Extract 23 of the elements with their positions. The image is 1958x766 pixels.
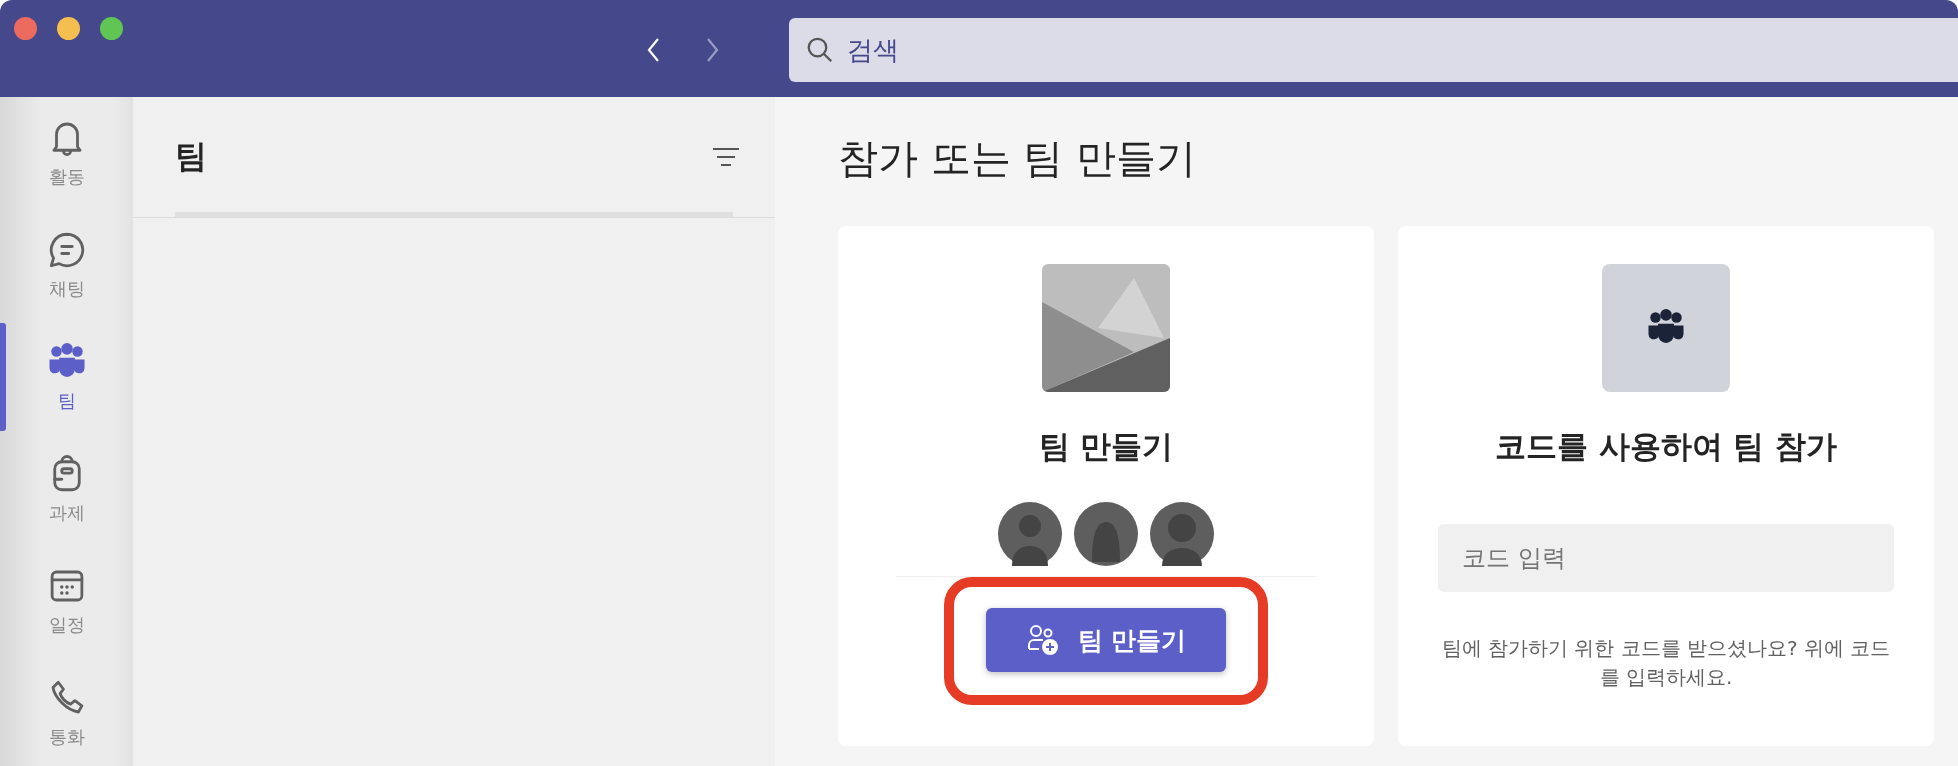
zoom-button[interactable] [100, 17, 123, 40]
card-title: 팀 만들기 [1038, 427, 1174, 466]
avatar [998, 502, 1062, 566]
create-team-button[interactable]: 팀 만들기 [986, 608, 1226, 672]
rail-item[interactable]: 통화 [0, 667, 133, 759]
panel-title: 팀 [175, 136, 207, 177]
add-person-icon [1025, 623, 1060, 657]
code-input-field[interactable]: 코드 입력 [1438, 524, 1894, 592]
close-button[interactable] [14, 17, 37, 40]
filter-icon[interactable] [711, 145, 741, 169]
help-text: 팀에 참가하기 위한 코드를 받으셨나요? 위에 코드를 입력하세요. [1440, 635, 1892, 691]
search-field[interactable]: 검색 [789, 18, 1958, 82]
avatar [1150, 502, 1214, 566]
rail-item[interactable]: 활동 [0, 107, 133, 199]
rail-item[interactable]: 채팅 [0, 219, 133, 311]
minimize-button[interactable] [57, 17, 80, 40]
card-title: 코드를 사용하여 팀 참가 [1494, 427, 1838, 466]
avatar [1074, 502, 1138, 566]
rail-item[interactable]: 일정 [0, 555, 133, 647]
page-title: 참가 또는 팀 만들기 [838, 134, 1198, 183]
search-icon [805, 35, 835, 65]
people-icon [1602, 264, 1730, 392]
rail-item[interactable]: 과제 [0, 443, 133, 535]
